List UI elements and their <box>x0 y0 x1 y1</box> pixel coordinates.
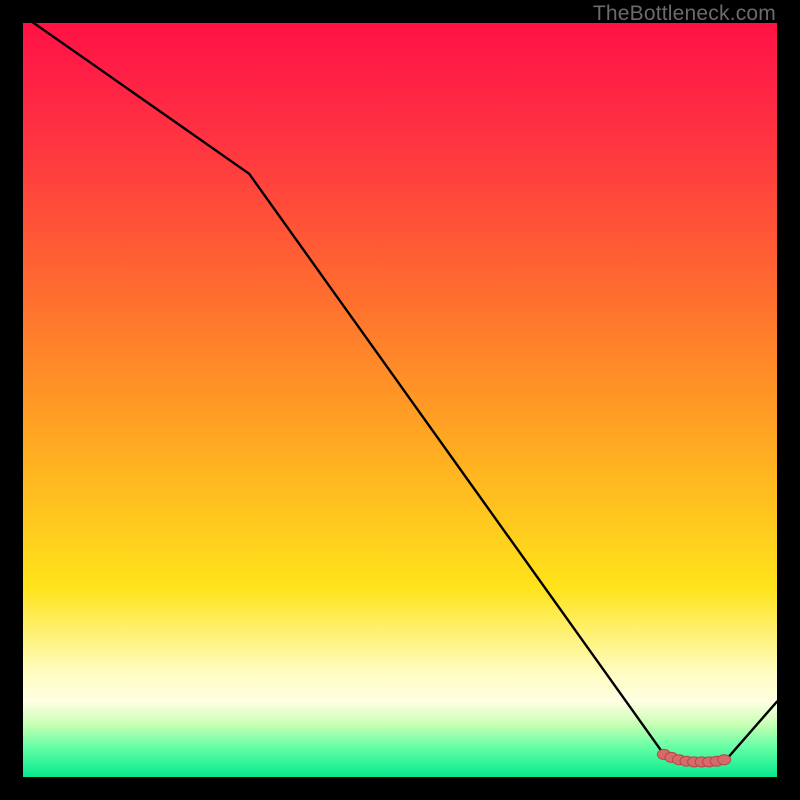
curve-marker <box>718 755 731 765</box>
bottleneck-curve <box>23 16 777 762</box>
chart-svg <box>23 23 777 777</box>
curve-markers <box>657 749 730 767</box>
chart-container: TheBottleneck.com <box>0 0 800 800</box>
